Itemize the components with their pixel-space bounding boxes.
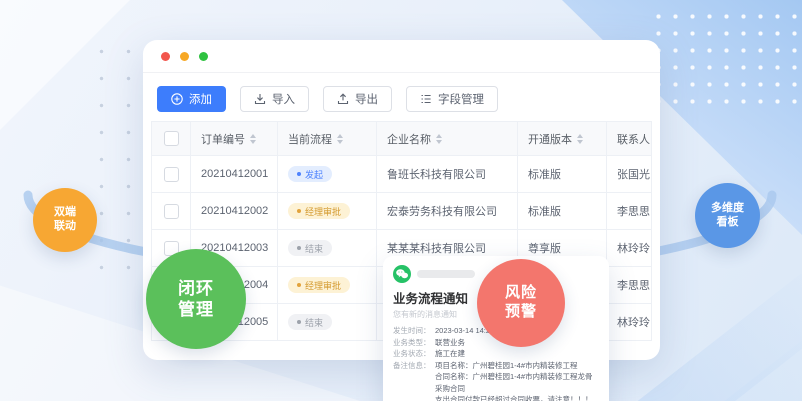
table-row[interactable]: 20210412001 发起 鲁班长科技有限公司 标准版 张国光 xyxy=(152,156,652,193)
checkbox-cell xyxy=(152,156,191,193)
column-header-label: 订单编号 xyxy=(201,131,245,147)
field-label: 业务类型： xyxy=(393,337,435,349)
add-button[interactable]: 添加 xyxy=(157,86,226,112)
window-maximize-dot[interactable] xyxy=(199,52,208,61)
status-cell: 经理审批 xyxy=(278,193,377,230)
badge-dual-end-linkage: 双端 联动 xyxy=(33,188,97,252)
company-cell: 宏泰劳务科技有限公司 xyxy=(377,193,518,230)
notification-field-row: 合同名称：广州碧桂园1-4#市内精装修工程龙骨采购合同 xyxy=(393,371,599,394)
wechat-icon xyxy=(393,265,411,283)
import-icon xyxy=(254,93,266,105)
column-header-label: 企业名称 xyxy=(387,131,431,147)
status-badge: 经理审批 xyxy=(288,203,350,219)
status-dot-icon xyxy=(297,283,301,287)
column-header-label: 开通版本 xyxy=(528,131,572,147)
import-button-label: 导入 xyxy=(272,91,295,107)
badge-text: 预警 xyxy=(505,303,537,322)
version-cell: 标准版 xyxy=(518,156,607,193)
marketing-illustration: 添加 导入 导出 字段管理 xyxy=(0,0,802,401)
column-header: 订单编号 xyxy=(191,122,278,156)
badge-multi-dimension-board: 多维度 看板 xyxy=(695,183,760,248)
status-badge: 经理审批 xyxy=(288,277,350,293)
status-badge: 结束 xyxy=(288,240,332,256)
sort-icon[interactable] xyxy=(436,134,442,144)
order-number-cell: 20210412002 xyxy=(191,193,278,230)
badge-text: 多维度 xyxy=(711,202,744,216)
contact-cell: 林玲玲 xyxy=(607,304,652,341)
sender-name-placeholder xyxy=(417,270,475,278)
status-cell: 结束 xyxy=(278,230,377,267)
field-label: 业务状态： xyxy=(393,348,435,360)
row-checkbox[interactable] xyxy=(164,204,179,219)
notification-field-row: 支出合同付款已经超过合同收票，请注意！！！ xyxy=(393,394,599,401)
export-button[interactable]: 导出 xyxy=(323,86,392,112)
field-management-button[interactable]: 字段管理 xyxy=(406,86,498,112)
field-value: 施工在建 xyxy=(435,348,465,360)
list-settings-icon xyxy=(420,93,432,105)
company-cell: 鲁班长科技有限公司 xyxy=(377,156,518,193)
window-minimize-dot[interactable] xyxy=(180,52,189,61)
notification-field-row: 业务状态： 施工在建 xyxy=(393,348,599,360)
status-dot-icon xyxy=(297,172,301,176)
window-titlebar xyxy=(143,40,660,73)
column-header-label: 联系人 xyxy=(617,131,650,147)
sort-icon[interactable] xyxy=(250,134,256,144)
badge-text: 管理 xyxy=(178,299,214,320)
table-header-row: 订单编号 当前流程 企业名称 开通版本 联系人 xyxy=(152,122,652,156)
header-checkbox-cell xyxy=(152,122,191,156)
badge-risk-alert: 风险 预警 xyxy=(477,259,565,347)
checkbox-cell xyxy=(152,193,191,230)
notification-field-row: 备注信息： 项目名称：广州碧桂园1-4#市内精装修工程 xyxy=(393,360,599,372)
row-checkbox[interactable] xyxy=(164,167,179,182)
contact-cell: 李思思 xyxy=(607,267,652,304)
order-number-cell: 20210412001 xyxy=(191,156,278,193)
field-label xyxy=(393,394,435,401)
export-icon xyxy=(337,93,349,105)
column-header: 企业名称 xyxy=(377,122,518,156)
badge-text: 风险 xyxy=(505,284,537,303)
status-badge: 结束 xyxy=(288,314,332,330)
field-value: 支出合同付款已经超过合同收票，请注意！！！ xyxy=(435,394,593,401)
sort-icon[interactable] xyxy=(577,134,583,144)
import-button[interactable]: 导入 xyxy=(240,86,309,112)
status-dot-icon xyxy=(297,320,301,324)
field-label: 发生时间： xyxy=(393,325,435,337)
add-button-label: 添加 xyxy=(189,91,212,107)
status-cell: 发起 xyxy=(278,156,377,193)
export-button-label: 导出 xyxy=(355,91,378,107)
column-header: 开通版本 xyxy=(518,122,607,156)
status-cell: 结束 xyxy=(278,304,377,341)
column-header: 当前流程 xyxy=(278,122,377,156)
badge-closed-loop-management: 闭环 管理 xyxy=(146,249,246,349)
window-close-dot[interactable] xyxy=(161,52,170,61)
badge-text: 双端 xyxy=(54,206,76,220)
column-header-label: 当前流程 xyxy=(288,131,332,147)
field-management-button-label: 字段管理 xyxy=(438,91,484,107)
status-dot-icon xyxy=(297,209,301,213)
contact-cell: 张国光 xyxy=(607,156,652,193)
status-dot-icon xyxy=(297,246,301,250)
table-row[interactable]: 20210412002 经理审批 宏泰劳务科技有限公司 标准版 李思思 xyxy=(152,193,652,230)
toolbar: 添加 导入 导出 字段管理 xyxy=(143,73,660,121)
status-cell: 经理审批 xyxy=(278,267,377,304)
field-value: 联营业务 xyxy=(435,337,465,349)
badge-text: 闭环 xyxy=(178,278,214,299)
status-badge: 发起 xyxy=(288,166,332,182)
badge-text: 联动 xyxy=(54,220,76,234)
field-label xyxy=(393,371,435,394)
column-header: 联系人 xyxy=(607,122,652,156)
field-label: 备注信息： xyxy=(393,360,435,372)
badge-text: 看板 xyxy=(717,216,739,230)
contact-cell: 林玲玲 xyxy=(607,230,652,267)
contact-cell: 李思思 xyxy=(607,193,652,230)
field-value: 项目名称：广州碧桂园1-4#市内精装修工程 xyxy=(435,360,578,372)
plus-circle-icon xyxy=(171,93,183,105)
field-value: 合同名称：广州碧桂园1-4#市内精装修工程龙骨采购合同 xyxy=(435,371,599,394)
sort-icon[interactable] xyxy=(337,134,343,144)
select-all-checkbox[interactable] xyxy=(164,131,179,146)
version-cell: 标准版 xyxy=(518,193,607,230)
